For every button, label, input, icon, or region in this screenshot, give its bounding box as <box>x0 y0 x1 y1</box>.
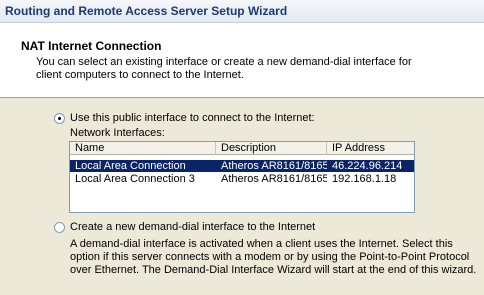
list-header: Name Description IP Address <box>70 142 414 156</box>
use-public-interface-label[interactable]: Use this public interface to connect to … <box>70 112 315 124</box>
column-header-description[interactable]: Description <box>216 142 327 155</box>
page-title: NAT Internet Connection <box>21 39 162 53</box>
wizard-header: NAT Internet Connection You can select a… <box>0 23 484 98</box>
column-header-name[interactable]: Name <box>70 142 216 155</box>
network-interfaces-label: Network Interfaces: <box>70 127 165 139</box>
list-row-local-area-connection[interactable]: Local Area Connection Atheros AR8161/816… <box>70 160 414 172</box>
title-bar[interactable]: Routing and Remote Access Server Setup W… <box>0 0 484 23</box>
demand-dial-description: A demand-dial interface is activated whe… <box>70 238 477 276</box>
list-row-local-area-connection-3[interactable]: Local Area Connection 3 Atheros AR8161/8… <box>70 173 414 185</box>
window-title: Routing and Remote Access Server Setup W… <box>5 4 288 18</box>
column-header-ip-address[interactable]: IP Address <box>327 142 414 155</box>
use-public-interface-radio[interactable] <box>54 113 65 124</box>
create-demand-dial-radio[interactable] <box>54 222 65 233</box>
wizard-window: Routing and Remote Access Server Setup W… <box>0 0 484 295</box>
row-description: Atheros AR8161/8165 P... <box>221 160 327 172</box>
page-subtitle: You can select an existing interface or … <box>36 56 412 81</box>
row-ip-address: 192.168.1.18 <box>332 173 397 185</box>
row-ip-address: 46.224.96.214 <box>332 160 403 172</box>
row-description: Atheros AR8161/8165 P... <box>221 173 327 185</box>
row-name: Local Area Connection <box>75 160 186 172</box>
row-name: Local Area Connection 3 <box>75 173 195 185</box>
network-interfaces-list[interactable]: Name Description IP Address Local Area C… <box>69 141 415 213</box>
create-demand-dial-label[interactable]: Create a new demand-dial interface to th… <box>70 221 315 233</box>
